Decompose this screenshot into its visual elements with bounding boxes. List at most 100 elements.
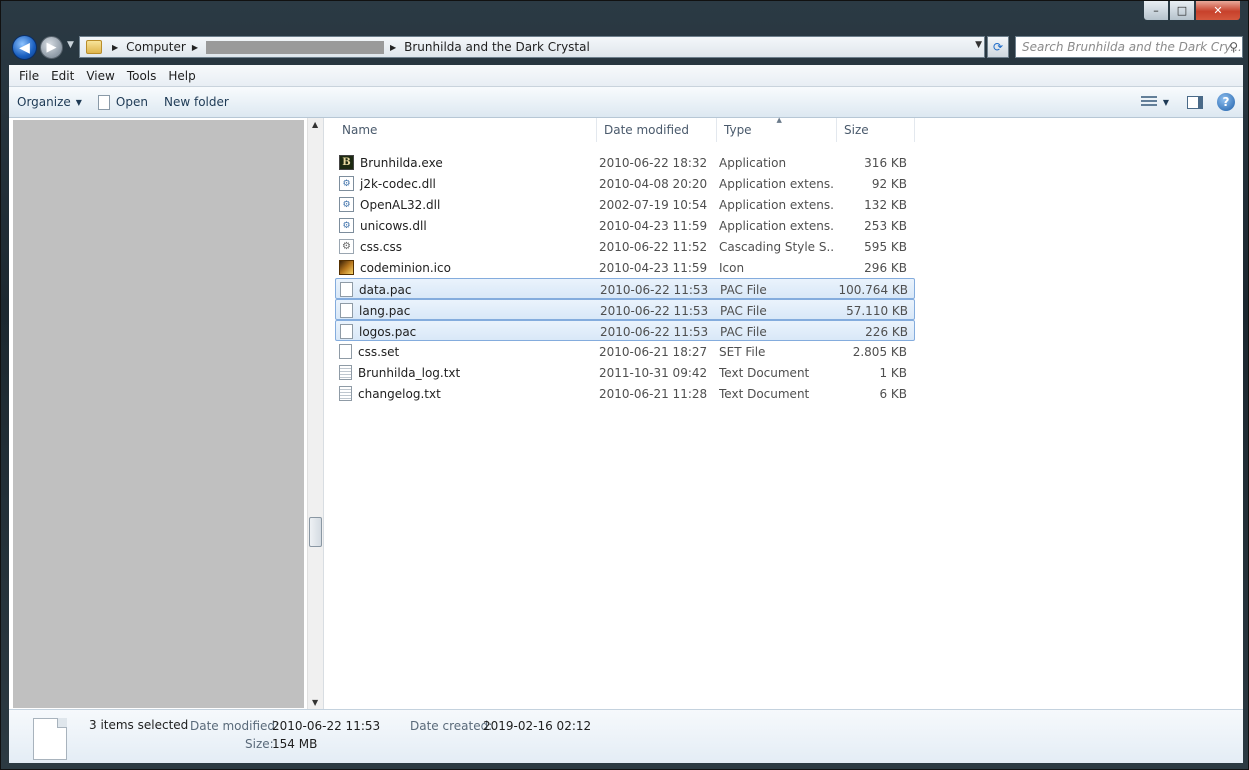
file-list: Name Date modified ▲ Type Size B Brunhild… [335,116,915,404]
preview-pane-icon[interactable] [1187,95,1203,109]
navigation-bar: ◀ ▶ ▼ ▶ Computer ▶ ▶ Brunhilda and the D… [9,35,1243,60]
file-name-cell: changelog.txt [339,383,589,404]
address-bar[interactable]: ▶ Computer ▶ ▶ Brunhilda and the Dark Cr… [79,36,985,58]
file-size: 595 KB [864,239,907,254]
file-type: Application [719,155,787,170]
chevron-down-icon: ▼ [75,97,82,107]
file-name-cell: lang.pac [340,300,590,321]
menu-tools[interactable]: Tools [121,69,163,83]
column-header-name[interactable]: Name [335,118,597,142]
document-icon [97,94,110,110]
file-row[interactable]: B Brunhilda.exe 2010-06-22 18:32 Applicatio… [335,152,915,173]
file-row[interactable]: data.pac 2010-06-22 11:53 PAC File 100.764 … [335,278,915,299]
open-button[interactable]: Open [90,87,156,117]
new-folder-button[interactable]: New folder [156,87,237,117]
blank-file-icon [340,282,353,297]
address-dropdown-icon[interactable]: ▼ [975,40,982,50]
scrollbar-thumb[interactable] [309,517,322,547]
file-date-modified: 2010-06-21 11:28 [599,386,708,401]
menu-help[interactable]: Help [162,69,201,83]
size-label: Size: [245,737,274,751]
breadcrumb-redacted[interactable] [205,40,384,54]
exe-icon: B [339,155,354,170]
close-button[interactable]: ✕ [1195,1,1241,21]
menu-file[interactable]: File [13,69,45,83]
file-size: 6 KB [879,386,907,401]
file-row[interactable]: ⚙ css.css 2010-06-22 11:52 Cascading Style … [335,236,915,257]
refresh-icon: ⟳ [992,40,1004,54]
breadcrumb-chevron-icon[interactable]: ▶ [192,43,198,52]
file-name-cell: Brunhilda_log.txt [339,362,589,383]
breadcrumb-computer[interactable]: Computer [126,40,186,54]
breadcrumb-chevron-icon[interactable]: ▶ [112,43,118,52]
column-header-size[interactable]: Size [837,118,915,142]
refresh-button[interactable]: ⟳ [987,36,1009,58]
text-file-icon [339,365,352,380]
details-pane: 3 items selected Date modified: 2010-06-… [9,709,1243,763]
back-button[interactable]: ◀ [12,35,37,60]
file-type: Application extens... [719,176,834,191]
search-icon[interactable]: ⚲ [1229,40,1238,54]
open-label: Open [115,95,148,109]
file-row[interactable]: css.set 2010-06-21 18:27 SET File 2.805 KB [335,341,915,362]
file-date-modified: 2010-06-22 11:53 [600,303,709,318]
scroll-up-icon[interactable]: ▲ [312,120,318,129]
breadcrumb-chevron-icon[interactable]: ▶ [390,43,396,52]
file-row[interactable]: changelog.txt 2010-06-21 11:28 Text Docume… [335,383,915,404]
file-type: PAC File [720,282,767,297]
menu-view[interactable]: View [80,69,120,83]
date-created-value: 2019-02-16 02:12 [483,719,592,733]
file-name-cell: data.pac [340,279,590,300]
folder-icon [86,40,102,54]
file-date-modified: 2010-06-22 11:53 [600,282,709,297]
recent-pages-dropdown[interactable]: ▼ [67,40,74,50]
date-modified-label: Date modified: [190,719,280,733]
file-row[interactable]: lang.pac 2010-06-22 11:53 PAC File 57.110 K… [335,299,915,320]
organize-button[interactable]: Organize ▼ [9,87,90,117]
file-type: Icon [719,260,745,275]
column-header-type[interactable]: ▲ Type [717,116,837,142]
ico-icon [339,260,354,275]
file-name: changelog.txt [358,386,441,401]
file-row[interactable]: ⚙ OpenAL32.dll 2002-07-19 10:54 Application… [335,194,915,215]
selection-summary: 3 items selected [89,718,189,732]
file-row[interactable]: codeminion.ico 2010-04-23 11:59 Icon 296 KB [335,257,915,278]
change-view-icon[interactable] [1140,96,1157,108]
file-name: logos.pac [359,324,417,339]
scroll-down-icon[interactable]: ▼ [312,698,318,707]
file-size: 132 KB [864,197,907,212]
forward-arrow-icon: ▶ [46,40,57,55]
file-row[interactable]: Brunhilda_log.txt 2011-10-31 09:42 Text Do… [335,362,915,383]
maximize-button[interactable]: □ [1169,1,1195,21]
file-date-modified: 2010-04-23 11:59 [599,260,708,275]
navigation-pane-scrollbar[interactable]: ▲ ▼ [307,118,323,709]
file-size: 296 KB [864,260,907,275]
file-date-modified: 2010-06-22 18:32 [599,155,708,170]
file-row[interactable]: ⚙ unicows.dll 2010-04-23 11:59 Application … [335,215,915,236]
file-size: 100.764 KB [838,282,908,297]
column-header-date-modified[interactable]: Date modified [597,118,717,142]
file-size: 316 KB [864,155,907,170]
content-area: ▲ ▼ Name Date modified ▲ Type Size B Brun… [9,116,1243,709]
file-row[interactable]: ⚙ j2k-codec.dll 2010-04-08 20:20 Applicatio… [335,173,915,194]
file-row[interactable]: logos.pac 2010-06-22 11:53 PAC File 226 KB [335,320,915,341]
back-arrow-icon: ◀ [19,39,30,56]
search-placeholder: Search Brunhilda and the Dark Cry... [1022,40,1242,54]
file-type: Text Document [719,365,810,380]
file-size: 57.110 KB [846,303,908,318]
column-headers: Name Date modified ▲ Type Size [335,116,915,142]
forward-button[interactable]: ▶ [40,36,63,59]
help-icon[interactable]: ? [1217,93,1235,111]
view-options-chevron-icon[interactable]: ▼ [1163,98,1169,107]
pane-splitter[interactable] [323,118,324,709]
breadcrumb-current-folder[interactable]: Brunhilda and the Dark Crystal [404,40,590,54]
navigation-pane[interactable] [13,120,304,708]
date-created-label: Date created: [410,719,493,733]
file-size: 1 KB [879,365,907,380]
search-input[interactable]: Search Brunhilda and the Dark Cry... ⚲ [1015,36,1243,58]
file-date-modified: 2002-07-19 10:54 [599,197,708,212]
minimize-button[interactable]: – [1143,1,1169,21]
explorer-window: – □ ✕ ◀ ▶ ▼ ▶ Computer ▶ ▶ Brunhilda and… [0,0,1249,770]
menu-edit[interactable]: Edit [45,69,80,83]
file-size: 253 KB [864,218,907,233]
